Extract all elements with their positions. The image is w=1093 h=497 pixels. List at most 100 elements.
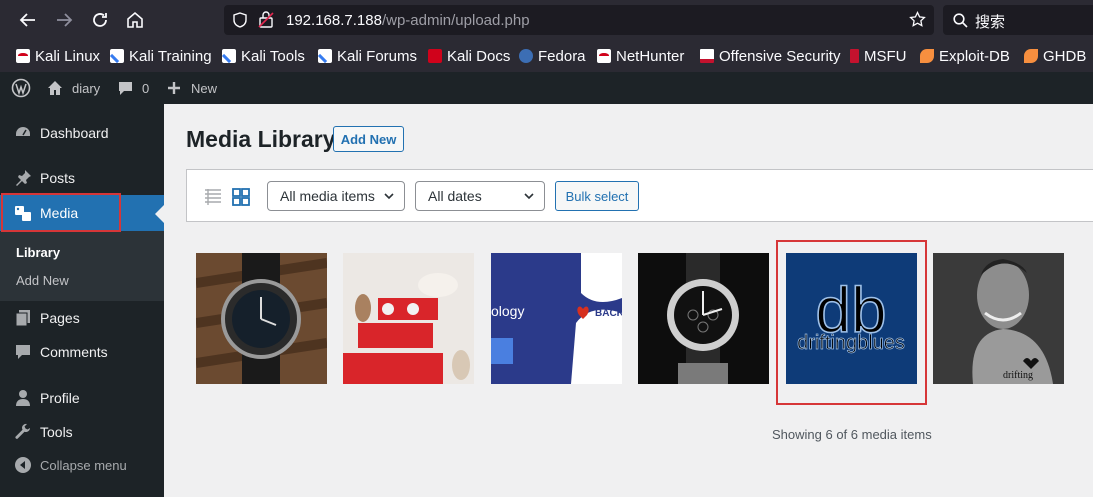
bookmark-label: Kali Docs xyxy=(447,47,511,65)
bookmark-kali-forums[interactable]: Kali Forums xyxy=(317,46,418,66)
forward-button[interactable] xyxy=(51,7,77,33)
insecure-lock-icon xyxy=(258,11,274,28)
kali-forums-icon xyxy=(317,48,333,64)
search-bar[interactable]: 搜索 xyxy=(943,5,1093,35)
media-highlight-box xyxy=(1,193,121,232)
shield-icon xyxy=(233,12,247,28)
bookmark-kali-tools[interactable]: Kali Tools xyxy=(221,46,305,66)
bookmark-msfu[interactable]: MSFU xyxy=(850,46,907,66)
bookmark-label: Kali Tools xyxy=(241,47,305,65)
sidebar-item-label: Comments xyxy=(40,344,108,360)
ghdb-icon xyxy=(1024,49,1038,63)
grid-view-icon[interactable] xyxy=(232,188,250,206)
promo-right-text: BACK xyxy=(595,308,622,319)
bookmark-offensive-security[interactable]: Offensive Security xyxy=(700,46,840,66)
sidebar-item-label: Posts xyxy=(40,170,76,186)
wrench-icon xyxy=(14,423,32,441)
site-name-link[interactable]: diary xyxy=(47,72,100,104)
bookmark-nethunter[interactable]: NetHunter xyxy=(597,46,684,66)
browser-chrome: 192.168.7.188/wp-admin/upload.php 搜索 Kal… xyxy=(0,0,1093,72)
url-text[interactable]: 192.168.7.188/wp-admin/upload.php xyxy=(286,12,530,29)
back-arrow-icon xyxy=(19,13,35,27)
bookmark-label: Kali Forums xyxy=(337,47,418,65)
add-new-button[interactable]: Add New xyxy=(333,126,404,152)
bookmark-kali-linux[interactable]: Kali Linux xyxy=(16,46,100,66)
submenu-item-library[interactable]: Library xyxy=(16,245,60,260)
home-icon xyxy=(127,11,143,28)
sidebar-item-comments[interactable]: Comments xyxy=(0,335,164,369)
pin-icon xyxy=(14,169,32,187)
sidebar-item-profile[interactable]: Profile xyxy=(0,381,164,415)
promo-left-text: ology xyxy=(491,303,524,319)
media-item-watch-chrono[interactable] xyxy=(638,253,769,384)
chest-text: drifting xyxy=(1003,370,1033,381)
admin-sidebar: Dashboard Posts Media Library Add New Pa… xyxy=(0,104,164,497)
comments-link[interactable]: 0 xyxy=(118,72,149,104)
date-filter[interactable]: All dates xyxy=(415,181,545,211)
bookmark-star-icon[interactable] xyxy=(909,11,926,28)
reload-icon xyxy=(93,13,107,27)
chronograph-photo-image xyxy=(638,253,769,384)
bookmark-fedora[interactable]: Fedora xyxy=(519,46,586,66)
url-bar[interactable]: 192.168.7.188/wp-admin/upload.php xyxy=(224,5,934,35)
bookmarks-toolbar: Kali Linux Kali Training Kali Tools Kali… xyxy=(0,42,1093,70)
cats-photo-image xyxy=(343,253,474,384)
bookmark-label: Kali Linux xyxy=(35,47,101,65)
home-button[interactable] xyxy=(122,7,148,33)
bookmark-label: Kali Training xyxy=(129,47,212,65)
bookmark-label: MSFU xyxy=(864,47,907,65)
chevron-down-icon xyxy=(524,193,534,200)
media-item-cats-shelf[interactable] xyxy=(343,253,474,384)
home-icon xyxy=(48,81,62,95)
logo-highlight-box xyxy=(776,240,927,405)
bookmark-kali-docs[interactable]: Kali Docs xyxy=(428,46,510,66)
sidebar-item-tools[interactable]: Tools xyxy=(0,415,164,449)
media-item-portrait[interactable]: drifting xyxy=(933,253,1064,384)
search-placeholder: 搜索 xyxy=(975,14,1006,31)
kali-docs-icon xyxy=(428,49,442,63)
sidebar-collapse-menu[interactable]: Collapse menu xyxy=(0,448,164,482)
forward-arrow-icon xyxy=(57,13,73,27)
page-title: Media Library xyxy=(186,126,336,152)
new-content-link[interactable]: New xyxy=(167,72,217,104)
sidebar-item-posts[interactable]: Posts xyxy=(0,161,164,195)
wp-admin-bar: diary 0 New xyxy=(0,72,1093,104)
sidebar-item-pages[interactable]: Pages xyxy=(0,301,164,335)
site-name: diary xyxy=(72,80,101,96)
watch-photo-image xyxy=(196,253,327,384)
list-view-icon[interactable] xyxy=(204,188,222,206)
media-item-watch-leather[interactable] xyxy=(196,253,327,384)
bulk-select-button[interactable]: Bulk select xyxy=(555,181,639,211)
url-path: /wp-admin/upload.php xyxy=(381,12,530,29)
wp-logo-button[interactable] xyxy=(11,72,31,104)
nethunter-icon xyxy=(597,49,611,63)
bookmark-label: Fedora xyxy=(538,47,586,65)
media-type-filter[interactable]: All media items xyxy=(267,181,405,211)
media-count-text: Showing 6 of 6 media items xyxy=(772,427,932,442)
date-filter-value: All dates xyxy=(428,188,482,204)
sidebar-item-label: Tools xyxy=(40,424,73,440)
wordpress-logo-icon xyxy=(11,78,31,98)
sidebar-item-label: Profile xyxy=(40,390,80,406)
fedora-icon xyxy=(519,49,533,63)
offsec-icon xyxy=(700,49,714,63)
media-toolbar: All media items All dates Bulk select xyxy=(186,169,1093,222)
comment-icon xyxy=(14,343,32,361)
bookmark-ghdb[interactable]: GHDB xyxy=(1024,46,1086,66)
submenu-item-add-new[interactable]: Add New xyxy=(16,273,69,288)
comment-bubble-icon xyxy=(119,81,132,95)
sidebar-item-dashboard[interactable]: Dashboard xyxy=(0,116,164,150)
kali-training-icon xyxy=(109,48,125,64)
back-button[interactable] xyxy=(15,7,41,33)
bookmark-label: GHDB xyxy=(1043,47,1087,65)
bookmark-exploit-db[interactable]: Exploit-DB xyxy=(920,46,1010,66)
browser-nav-row: 192.168.7.188/wp-admin/upload.php 搜索 xyxy=(0,0,1093,40)
collapse-icon xyxy=(14,456,32,474)
bookmark-kali-training[interactable]: Kali Training xyxy=(109,46,212,66)
sidebar-item-label: Collapse menu xyxy=(40,457,127,473)
portrait-photo-image: drifting xyxy=(933,253,1064,384)
reload-button[interactable] xyxy=(87,7,113,33)
kali-tools-icon xyxy=(221,48,237,64)
chevron-down-icon xyxy=(384,193,394,200)
media-item-promo-graphic[interactable]: ology BACK xyxy=(491,253,622,384)
